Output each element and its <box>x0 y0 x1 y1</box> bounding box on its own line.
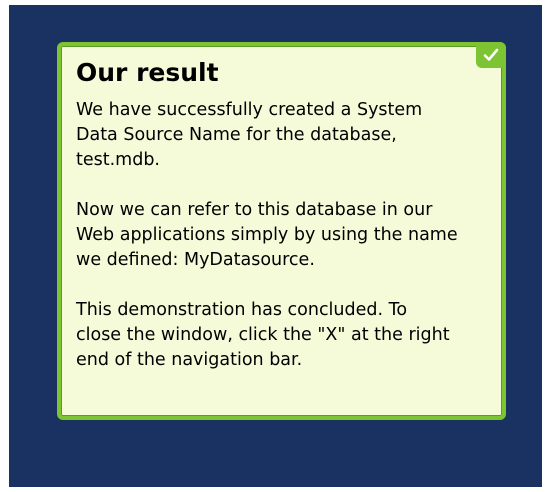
paragraph-usage: Now we can refer to this database in our… <box>76 198 496 273</box>
result-callout: Our result We have successfully created … <box>57 42 506 420</box>
paragraph-result: We have successfully created a System Da… <box>76 98 496 173</box>
text-line: This demonstration has concluded. To <box>76 300 408 320</box>
text-line: test.mdb. <box>76 150 160 170</box>
text-line: end of the navigation bar. <box>76 350 303 370</box>
text-line: Data Source Name for the database, <box>76 125 397 145</box>
callout-body: We have successfully created a System Da… <box>76 98 496 373</box>
checkmark-icon <box>483 48 499 62</box>
text-line: Web applications simply by using the nam… <box>76 225 458 245</box>
callout-title: Our result <box>76 58 219 87</box>
text-line: Now we can refer to this database in our <box>76 200 433 220</box>
paragraph-conclusion: This demonstration has concluded. To clo… <box>76 298 496 373</box>
text-line: close the window, click the "X" at the r… <box>76 325 450 345</box>
text-line: we defined: MyDatasource. <box>76 250 315 270</box>
checkmark-button[interactable] <box>476 42 506 68</box>
text-line: We have successfully created a System <box>76 100 423 120</box>
demo-screen: Our result We have successfully created … <box>9 5 542 489</box>
